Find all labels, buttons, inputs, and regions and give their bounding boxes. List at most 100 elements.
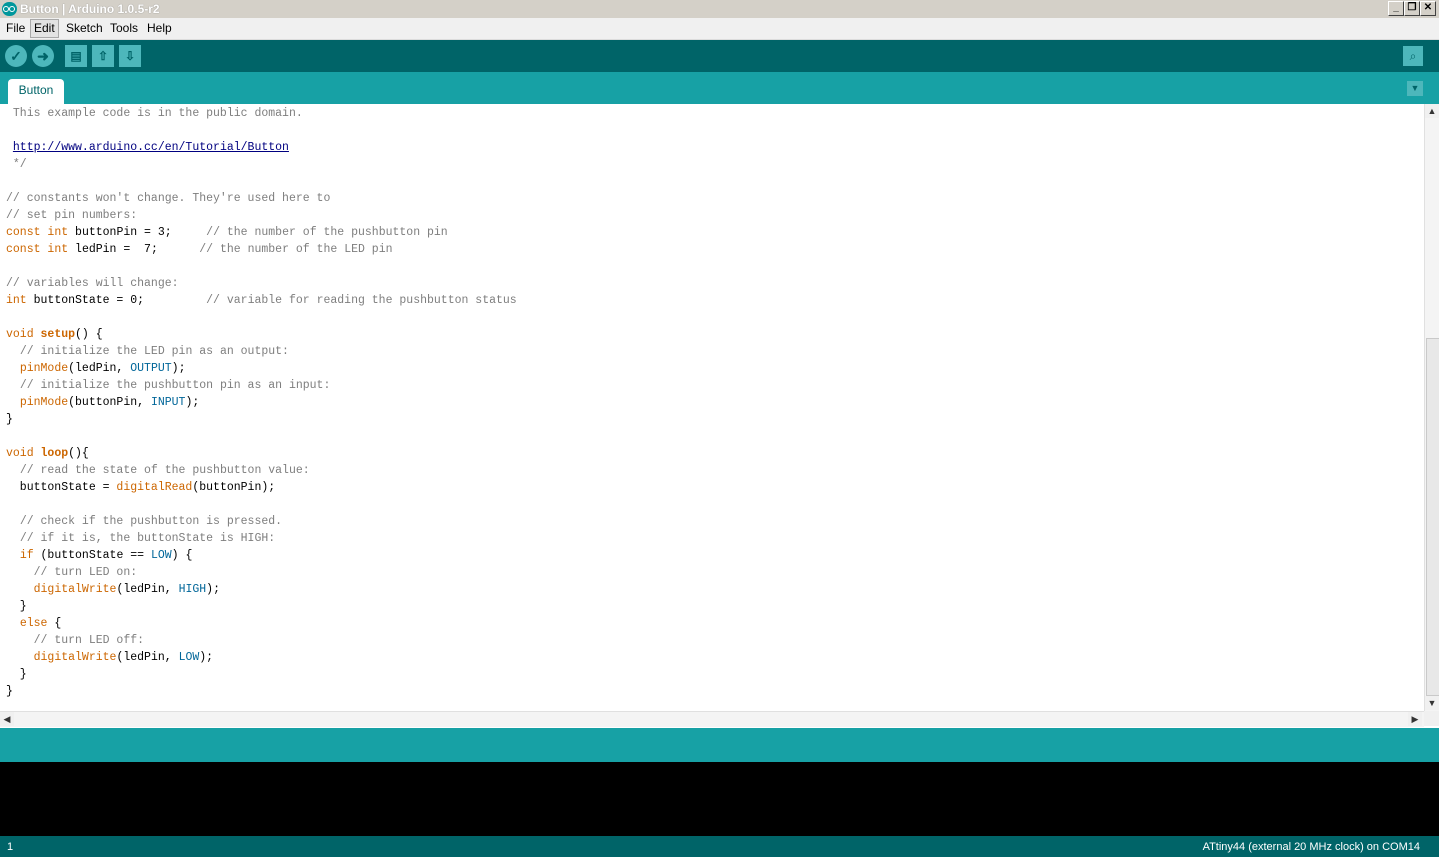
code-token: digitalWrite [33,583,117,596]
code-token: // if it is, the buttonState is HIGH: [19,532,276,545]
code-token: ledPin = 7; [68,243,200,256]
code-token: } [6,413,13,426]
code-token: ); [199,651,214,664]
menu-edit[interactable]: Edit [30,19,59,38]
code-line: int buttonState = 0; // variable for rea… [6,292,517,309]
code-line: } [6,411,13,428]
check-icon: ✓ [10,48,22,64]
serial-monitor-button[interactable]: ⌕ [1403,46,1423,66]
code-line: // set pin numbers: [6,207,137,224]
code-editor[interactable]: This example code is in the public domai… [0,104,1424,711]
code-token: (buttonPin); [192,481,276,494]
code-token: ); [185,396,200,409]
scroll-up-icon[interactable]: ▲ [1425,104,1439,118]
code-token: pinMode [19,362,69,375]
code-line: // check if the pushbutton is pressed. [6,513,282,530]
code-link[interactable]: http://www.arduino.cc/en/Tutorial/Button [13,141,289,154]
vertical-scrollbar[interactable]: ▲ ▼ [1424,104,1439,711]
code-line: digitalWrite(ledPin, HIGH); [6,581,220,598]
menu-bar: File Edit Sketch Tools Help [0,18,1439,40]
code-token: OUTPUT [130,362,172,375]
new-button[interactable]: ▤ [65,45,87,67]
chevron-down-icon: ▼ [1410,83,1420,93]
upload-button[interactable]: ➜ [32,45,54,67]
code-token: if [19,549,34,562]
code-token: INPUT [150,396,186,409]
code-token: loop [40,447,69,460]
restore-button[interactable]: ❐ [1404,1,1420,16]
close-button[interactable]: ✕ [1420,1,1436,16]
arduino-logo-icon [2,2,17,16]
save-button[interactable]: ⇩ [119,45,141,67]
menu-file[interactable]: File [3,20,28,37]
code-line: const int ledPin = 7; // the number of t… [6,241,393,258]
code-token: int [47,243,69,256]
tab-button[interactable]: Button [8,79,64,104]
code-line: buttonState = digitalRead(buttonPin); [6,479,275,496]
code-token: pinMode [19,396,69,409]
code-token: int [47,226,69,239]
code-line: pinMode(ledPin, OUTPUT); [6,360,186,377]
vertical-scroll-thumb[interactable] [1426,338,1439,696]
code-token: */ [6,158,27,171]
code-token: This example code is in the public domai… [6,107,303,120]
code-token: // turn LED on: [33,566,138,579]
code-token: const [6,226,41,239]
code-line: void loop(){ [6,445,89,462]
scroll-right-icon[interactable]: ▶ [1408,712,1422,726]
open-button[interactable]: ⇧ [92,45,114,67]
tab-menu-button[interactable]: ▼ [1407,81,1423,96]
code-token: else [19,617,48,630]
code-line: This example code is in the public domai… [6,105,303,122]
code-token: // read the state of the pushbutton valu… [19,464,310,477]
code-token: // set pin numbers: [6,209,138,222]
code-token: // turn LED off: [33,634,145,647]
arrow-down-icon: ⇩ [124,49,136,63]
code-token: { [47,617,62,630]
code-token: LOW [150,549,172,562]
toolbar: ✓ ➜ ▤ ⇧ ⇩ ⌕ [0,40,1439,72]
code-token: ); [206,583,220,596]
code-line: // constants won't change. They're used … [6,190,330,207]
magnifier-icon: ⌕ [1409,49,1417,63]
menu-sketch[interactable]: Sketch [63,20,106,37]
horizontal-scrollbar[interactable]: ◀ ▶ [0,711,1424,727]
code-token: (ledPin, [116,583,179,596]
code-token: // initialize the LED pin as an output: [19,345,289,358]
code-token: digitalWrite [33,651,117,664]
arrow-right-icon: ➜ [37,48,49,64]
code-token: (){ [68,447,89,460]
code-token: } [6,600,27,613]
code-token: () { [75,328,103,341]
code-line: } [6,598,27,615]
code-line: if (buttonState == LOW) { [6,547,193,564]
scroll-down-icon[interactable]: ▼ [1425,696,1439,710]
code-token: } [6,685,13,698]
code-line: // read the state of the pushbutton valu… [6,462,310,479]
code-token: // check if the pushbutton is pressed. [19,515,283,528]
minimize-button[interactable]: _ [1388,1,1404,16]
code-token: const [6,243,41,256]
code-line: // initialize the LED pin as an output: [6,343,289,360]
code-line: pinMode(buttonPin, INPUT); [6,394,199,411]
code-token: buttonState = [6,481,117,494]
menu-help[interactable]: Help [144,20,175,37]
menu-tools[interactable]: Tools [107,20,141,37]
verify-button[interactable]: ✓ [5,45,27,67]
code-line: */ [6,156,27,173]
console-output[interactable] [0,762,1439,836]
title-bar: Button | Arduino 1.0.5-r2 _ ❐ ✕ [0,0,1439,18]
scrollbar-corner [1424,711,1439,726]
code-token: digitalRead [116,481,193,494]
code-token: // variables will change: [6,277,179,290]
status-footer: 1 ATtiny44 (external 20 MHz clock) on CO… [0,836,1439,857]
scroll-left-icon[interactable]: ◀ [0,712,14,726]
